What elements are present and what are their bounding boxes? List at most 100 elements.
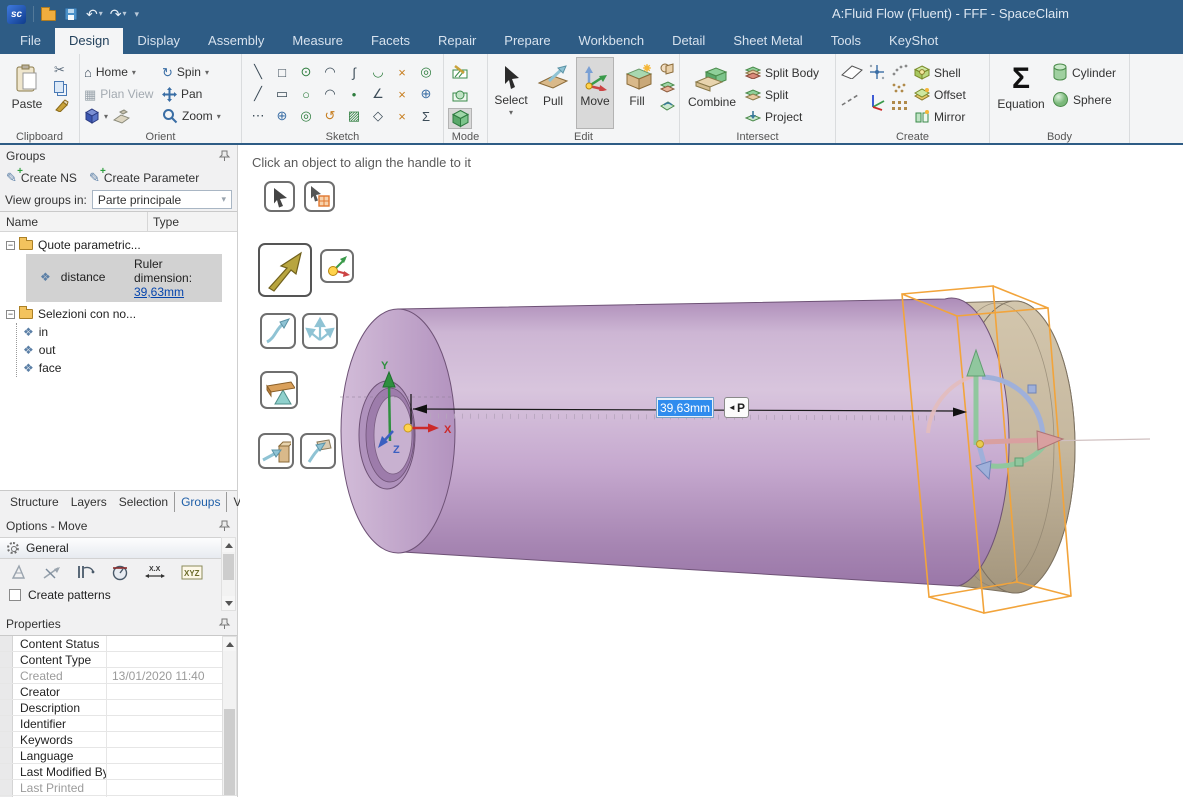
tab-structure[interactable]: Structure	[4, 492, 65, 512]
pan-button[interactable]: Pan	[162, 85, 238, 104]
pin-icon[interactable]	[218, 520, 231, 532]
move-along-ruler-icon[interactable]	[10, 564, 27, 581]
tab-selection[interactable]: Selection	[113, 492, 174, 512]
sketch-point-icon[interactable]: •	[342, 83, 366, 105]
tab-file[interactable]: File	[6, 28, 55, 54]
origin-point[interactable]	[403, 423, 413, 433]
sketch-circle-icon[interactable]: ⊙	[294, 61, 318, 83]
collapse-icon[interactable]: −	[6, 309, 15, 319]
create-line-icon[interactable]	[840, 93, 860, 107]
sketch-split-icon[interactable]: ×	[390, 83, 414, 105]
fill-option-1-icon[interactable]	[660, 63, 675, 76]
sketch-project-icon[interactable]: ⊕	[270, 105, 294, 127]
property-row[interactable]: Language	[0, 748, 237, 764]
sketch-mode-button[interactable]	[448, 61, 472, 82]
scroll-up-button[interactable]	[223, 637, 236, 651]
tree-folder-quote-parametric[interactable]: − Quote parametric...	[0, 236, 237, 254]
3d-viewport[interactable]: Click an object to align the handle to i…	[240, 145, 1183, 797]
circular-pattern-icon[interactable]	[890, 63, 910, 77]
cut-icon[interactable]: ✂	[54, 63, 69, 76]
create-patterns-checkbox[interactable]	[9, 589, 21, 601]
save-icon[interactable]	[63, 6, 79, 22]
scroll-up-button[interactable]	[222, 538, 235, 552]
combine-button[interactable]: Combine	[684, 57, 740, 129]
tab-workbench[interactable]: Workbench	[565, 28, 659, 54]
split-button[interactable]: Split	[744, 85, 819, 104]
dimension-input[interactable]: 39,63mm	[656, 397, 715, 418]
general-section-header[interactable]: General	[0, 537, 222, 559]
pin-icon[interactable]	[218, 150, 231, 162]
column-header-name[interactable]: Name	[0, 212, 148, 231]
view-sketch-plane-icon[interactable]	[112, 108, 131, 124]
create-ns-button[interactable]: ✎ + Create NS	[6, 166, 77, 187]
create-axes-icon[interactable]	[868, 93, 886, 111]
fill-option-3-icon[interactable]	[660, 99, 675, 112]
create-plane-icon[interactable]	[840, 63, 864, 79]
tab-groups[interactable]: Groups	[174, 491, 228, 512]
equation-button[interactable]: Σ Equation	[994, 57, 1048, 129]
zoom-button[interactable]: Zoom ▾	[162, 107, 238, 126]
undo-button[interactable]: ↶ ▾	[86, 7, 103, 21]
tab-assembly[interactable]: Assembly	[194, 28, 278, 54]
xyz-coordinates-icon[interactable]: XYZ	[181, 565, 203, 580]
dial-icon[interactable]	[111, 564, 129, 581]
scroll-down-button[interactable]	[222, 596, 235, 610]
open-file-icon[interactable]	[41, 7, 56, 21]
tab-detail[interactable]: Detail	[658, 28, 719, 54]
sketch-spiral-icon[interactable]: ↺	[318, 105, 342, 127]
caliper-icon[interactable]	[76, 564, 96, 581]
options-scrollbar[interactable]	[221, 537, 236, 611]
tab-sheet-metal[interactable]: Sheet Metal	[719, 28, 816, 54]
create-parameter-button[interactable]: ✎ + Create Parameter	[89, 166, 199, 187]
tree-item-out[interactable]: ❖ out	[17, 341, 237, 359]
view-groups-dropdown[interactable]: Parte principale ▾	[91, 190, 232, 209]
fill-pattern-icon[interactable]	[890, 81, 910, 95]
paste-button[interactable]: Paste	[4, 57, 50, 129]
spin-button[interactable]: ↻ Spin ▾	[162, 63, 238, 82]
shell-button[interactable]: Shell	[914, 63, 966, 82]
tab-layers[interactable]: Layers	[65, 492, 113, 512]
property-row[interactable]: Creator	[0, 684, 237, 700]
column-header-type[interactable]: Type	[148, 212, 237, 231]
sketch-intersect-icon[interactable]: ×	[390, 105, 414, 127]
copy-icon[interactable]	[54, 81, 64, 93]
sketch-rectangle-icon[interactable]: □	[270, 61, 294, 83]
sketch-tangent-arc-icon[interactable]: ◡	[366, 61, 390, 83]
spaceclaim-logo-icon[interactable]: sc	[7, 4, 26, 24]
mirror-button[interactable]: Mirror	[914, 107, 966, 126]
redo-button[interactable]: ↷ ▾	[110, 7, 127, 21]
tab-display[interactable]: Display	[123, 28, 194, 54]
property-row[interactable]: Last Modified By	[0, 764, 237, 780]
section-mode-button[interactable]	[448, 84, 472, 105]
tab-prepare[interactable]: Prepare	[490, 28, 564, 54]
select-tool-button[interactable]: Select ▾	[492, 57, 530, 129]
sketch-bend-icon[interactable]: ∠	[366, 83, 390, 105]
move-tool-button[interactable]: Move	[576, 57, 614, 129]
dimension-value[interactable]: 39,63mm	[658, 399, 713, 416]
sketch-equation-icon[interactable]: Σ	[414, 105, 438, 127]
tree-item-in[interactable]: ❖ in	[17, 323, 237, 341]
sketch-trim-icon[interactable]: ×	[390, 61, 414, 83]
fill-option-2-icon[interactable]	[660, 81, 675, 94]
home-view-button[interactable]: ⌂ Home ▾	[84, 63, 162, 82]
split-body-button[interactable]: Split Body	[744, 63, 819, 82]
sketch-three-point-circle-icon[interactable]: ○	[294, 83, 318, 105]
plan-view-button[interactable]: ▦ Plan View	[84, 85, 162, 104]
model-cylinder-body[interactable]	[340, 297, 1010, 587]
collapse-icon[interactable]: −	[6, 240, 15, 250]
property-row[interactable]: Content Type	[0, 652, 237, 668]
create-point-icon[interactable]	[868, 63, 886, 81]
property-row[interactable]: Keywords	[0, 732, 237, 748]
sketch-face-curve-icon[interactable]: ◇	[366, 105, 390, 127]
scrollbar-thumb[interactable]	[223, 554, 234, 580]
scrollbar-thumb[interactable]	[224, 709, 235, 795]
customize-qat-button[interactable]: ▾	[134, 7, 140, 21]
cylinder-button[interactable]: Cylinder	[1052, 63, 1116, 82]
tab-design[interactable]: Design	[54, 28, 124, 54]
sketch-ellipse-icon[interactable]: ◎	[414, 61, 438, 83]
tree-item-face[interactable]: ❖ face	[17, 359, 237, 377]
handle-origin[interactable]	[976, 440, 984, 448]
create-patterns-option[interactable]: Create patterns	[0, 586, 222, 604]
pin-icon[interactable]	[218, 618, 231, 630]
sketch-arc-icon[interactable]: ◠	[318, 61, 342, 83]
